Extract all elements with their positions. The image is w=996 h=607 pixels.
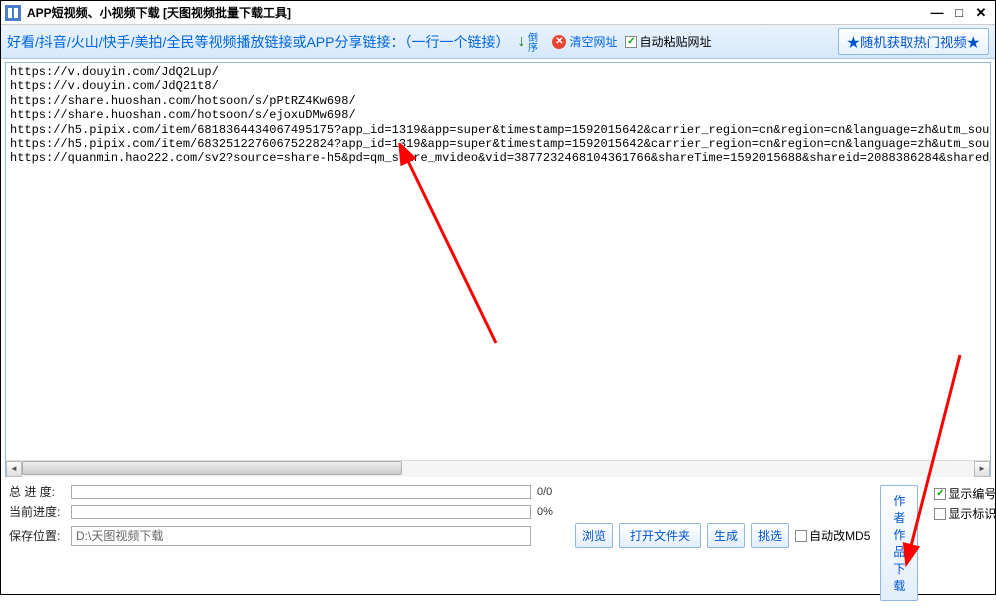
save-path-input[interactable]: [71, 526, 531, 546]
checkbox-icon: [934, 488, 946, 500]
sort-button[interactable]: ↓ 倒序: [517, 32, 544, 52]
window-title: APP短视频、小视频下载 [天图视频批量下载工具]: [27, 4, 927, 21]
clear-urls-button[interactable]: ✕ 清空网址: [552, 33, 617, 50]
bottom-panel: 总 进 度: 0/0 当前进度: 0% 保存位置: 浏览 打开文件夹 生成 挑选…: [1, 479, 995, 607]
sort-arrow-icon: ↓: [517, 33, 525, 51]
author-works-button[interactable]: 作者作品下载: [880, 485, 918, 601]
save-location-label: 保存位置:: [9, 527, 65, 544]
hint-text: 好看/抖音/火山/快手/美拍/全民等视频播放链接或APP分享链接：（一行一个链接…: [7, 32, 509, 52]
minimize-button[interactable]: —: [927, 5, 947, 21]
sort-label: 倒序: [526, 32, 535, 52]
scroll-right-button[interactable]: ►: [974, 461, 990, 477]
toolbar: 好看/抖音/火山/快手/美拍/全民等视频播放链接或APP分享链接：（一行一个链接…: [1, 25, 995, 59]
url-textarea[interactable]: [6, 63, 990, 460]
app-icon: [5, 5, 21, 21]
open-folder-button[interactable]: 打开文件夹: [619, 523, 701, 548]
close-button[interactable]: ✕: [971, 5, 991, 21]
show-id-checkbox[interactable]: 显示标识码: [934, 505, 996, 522]
auto-paste-label: 自动粘贴网址: [639, 33, 711, 50]
clear-label: 清空网址: [569, 33, 617, 50]
checkbox-icon: [934, 508, 946, 520]
auto-md5-label: 自动改MD5: [809, 527, 870, 544]
horizontal-scrollbar[interactable]: ◄ ►: [6, 460, 990, 476]
title-bar: APP短视频、小视频下载 [天图视频批量下载工具] — □ ✕: [1, 1, 995, 25]
total-progress-value: 0/0: [537, 486, 569, 498]
show-index-checkbox[interactable]: 显示编号: [934, 485, 996, 502]
scroll-left-button[interactable]: ◄: [6, 461, 22, 477]
random-hot-video-button[interactable]: ★随机获取热门视频★: [838, 28, 989, 55]
auto-paste-checkbox[interactable]: 自动粘贴网址: [625, 33, 711, 50]
scroll-thumb[interactable]: [22, 461, 402, 475]
checkbox-icon: [795, 530, 807, 542]
generate-button[interactable]: 生成: [707, 523, 745, 548]
maximize-button[interactable]: □: [949, 5, 969, 21]
browse-button[interactable]: 浏览: [575, 523, 613, 548]
url-input-area: ◄ ►: [5, 62, 991, 477]
scroll-track[interactable]: [22, 461, 974, 477]
checkbox-icon: [625, 36, 637, 48]
show-id-label: 显示标识码: [948, 505, 996, 522]
auto-md5-checkbox[interactable]: 自动改MD5: [795, 527, 870, 544]
total-progress-label: 总 进 度:: [9, 483, 65, 500]
total-progress-bar: [71, 485, 531, 499]
pick-button[interactable]: 挑选: [751, 523, 789, 548]
current-progress-value: 0%: [537, 506, 569, 518]
show-index-label: 显示编号: [948, 485, 996, 502]
current-progress-bar: [71, 505, 531, 519]
clear-icon: ✕: [552, 35, 566, 49]
current-progress-label: 当前进度:: [9, 503, 65, 520]
